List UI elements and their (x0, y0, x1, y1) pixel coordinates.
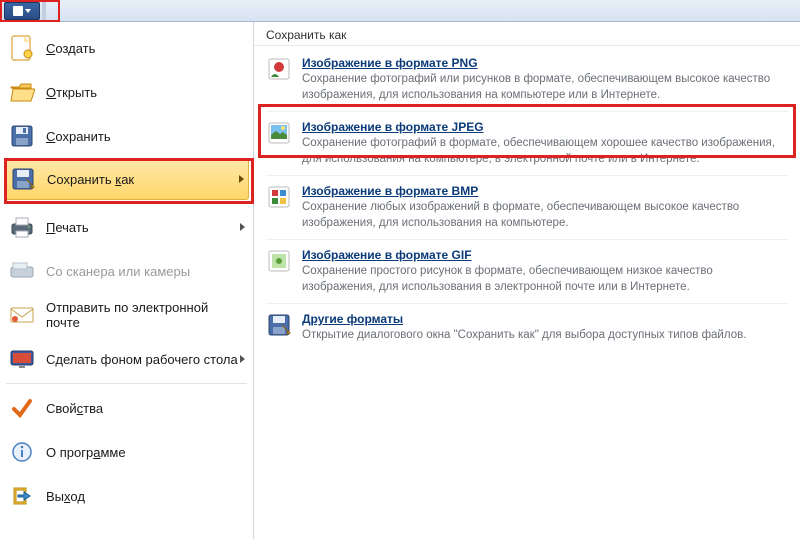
checkmark-icon (8, 394, 36, 422)
option-bmp-title: Изображение в формате BMP (302, 184, 478, 198)
option-separator (266, 111, 788, 112)
menu-properties-label: Свойства (46, 401, 245, 416)
submenu-arrow-icon (240, 223, 245, 231)
option-gif-desc: Сохранение простого рисунок в формате, о… (302, 264, 788, 295)
exit-icon (8, 482, 36, 510)
menu-set-desktop-bg[interactable]: Сделать фоном рабочего стола (0, 337, 253, 381)
option-png-title: Изображение в формате PNG (302, 56, 478, 70)
titlebar (0, 0, 800, 22)
submenu-header: Сохранить как (254, 22, 800, 46)
file-menu-panel: Создать Открыть Сохранить Сохранить как (0, 22, 800, 539)
menu-save-as[interactable]: Сохранить как (4, 158, 249, 200)
option-jpeg-title: Изображение в формате JPEG (302, 120, 484, 134)
option-separator (266, 303, 788, 304)
option-gif[interactable]: Изображение в формате GIF Сохранение про… (254, 242, 800, 301)
png-image-icon (266, 56, 292, 82)
menu-set-desktop-bg-label: Сделать фоном рабочего стола (46, 352, 240, 367)
menu-create-label: Создать (46, 41, 245, 56)
menu-from-scanner: Со сканера или камеры (0, 249, 253, 293)
file-menu-left: Создать Открыть Сохранить Сохранить как (0, 22, 254, 539)
printer-icon (8, 213, 36, 241)
menu-exit-label: Выход (46, 489, 245, 504)
menu-separator (6, 202, 247, 203)
menu-properties[interactable]: Свойства (0, 386, 253, 430)
save-icon (8, 122, 36, 150)
option-jpeg-desc: Сохранение фотографий в формате, обеспеч… (302, 136, 788, 167)
menu-print[interactable]: Печать (0, 205, 253, 249)
scanner-icon (8, 257, 36, 285)
menu-send-email[interactable]: Отправить по электронной почте (0, 293, 253, 337)
menu-about[interactable]: О программе (0, 430, 253, 474)
bmp-image-icon (266, 184, 292, 210)
option-gif-title: Изображение в формате GIF (302, 248, 472, 262)
option-separator (266, 239, 788, 240)
chevron-down-icon (25, 9, 31, 13)
option-bmp[interactable]: Изображение в формате BMP Сохранение люб… (254, 178, 800, 237)
option-jpeg[interactable]: Изображение в формате JPEG Сохранение фо… (254, 114, 800, 173)
jpeg-image-icon (266, 120, 292, 146)
save-as-dialog-icon (266, 312, 292, 338)
save-as-icon (9, 165, 37, 193)
menu-print-label: Печать (46, 220, 240, 235)
option-other-title: Другие форматы (302, 312, 403, 326)
menu-open-label: Открыть (46, 85, 245, 100)
option-png[interactable]: Изображение в формате PNG Сохранение фот… (254, 50, 800, 109)
menu-save-as-label: Сохранить как (47, 172, 239, 187)
menu-from-scanner-label: Со сканера или камеры (46, 264, 245, 279)
document-icon (13, 6, 23, 16)
menu-about-label: О программе (46, 445, 245, 460)
menu-save-label: Сохранить (46, 129, 245, 144)
menu-separator (6, 383, 247, 384)
option-separator (266, 175, 788, 176)
desktop-background-icon (8, 345, 36, 373)
option-bmp-desc: Сохранение любых изображений в формате, … (302, 200, 788, 231)
menu-exit[interactable]: Выход (0, 474, 253, 518)
quick-access-separator (42, 2, 46, 20)
menu-save[interactable]: Сохранить (0, 114, 253, 158)
menu-send-email-label: Отправить по электронной почте (46, 300, 245, 330)
new-document-icon (8, 34, 36, 62)
menu-create[interactable]: Создать (0, 26, 253, 70)
menu-open[interactable]: Открыть (0, 70, 253, 114)
app-menu-button[interactable] (4, 2, 40, 20)
save-as-submenu: Сохранить как Изображение в формате PNG … (254, 22, 800, 539)
gif-image-icon (266, 248, 292, 274)
option-other-formats[interactable]: Другие форматы Открытие диалогового окна… (254, 306, 800, 350)
submenu-arrow-icon (239, 175, 244, 183)
envelope-icon (8, 301, 36, 329)
option-other-desc: Открытие диалогового окна "Сохранить как… (302, 328, 788, 344)
info-icon (8, 438, 36, 466)
option-png-desc: Сохранение фотографий или рисунков в фор… (302, 72, 788, 103)
submenu-arrow-icon (240, 355, 245, 363)
folder-open-icon (8, 78, 36, 106)
submenu-options: Изображение в формате PNG Сохранение фот… (254, 46, 800, 354)
